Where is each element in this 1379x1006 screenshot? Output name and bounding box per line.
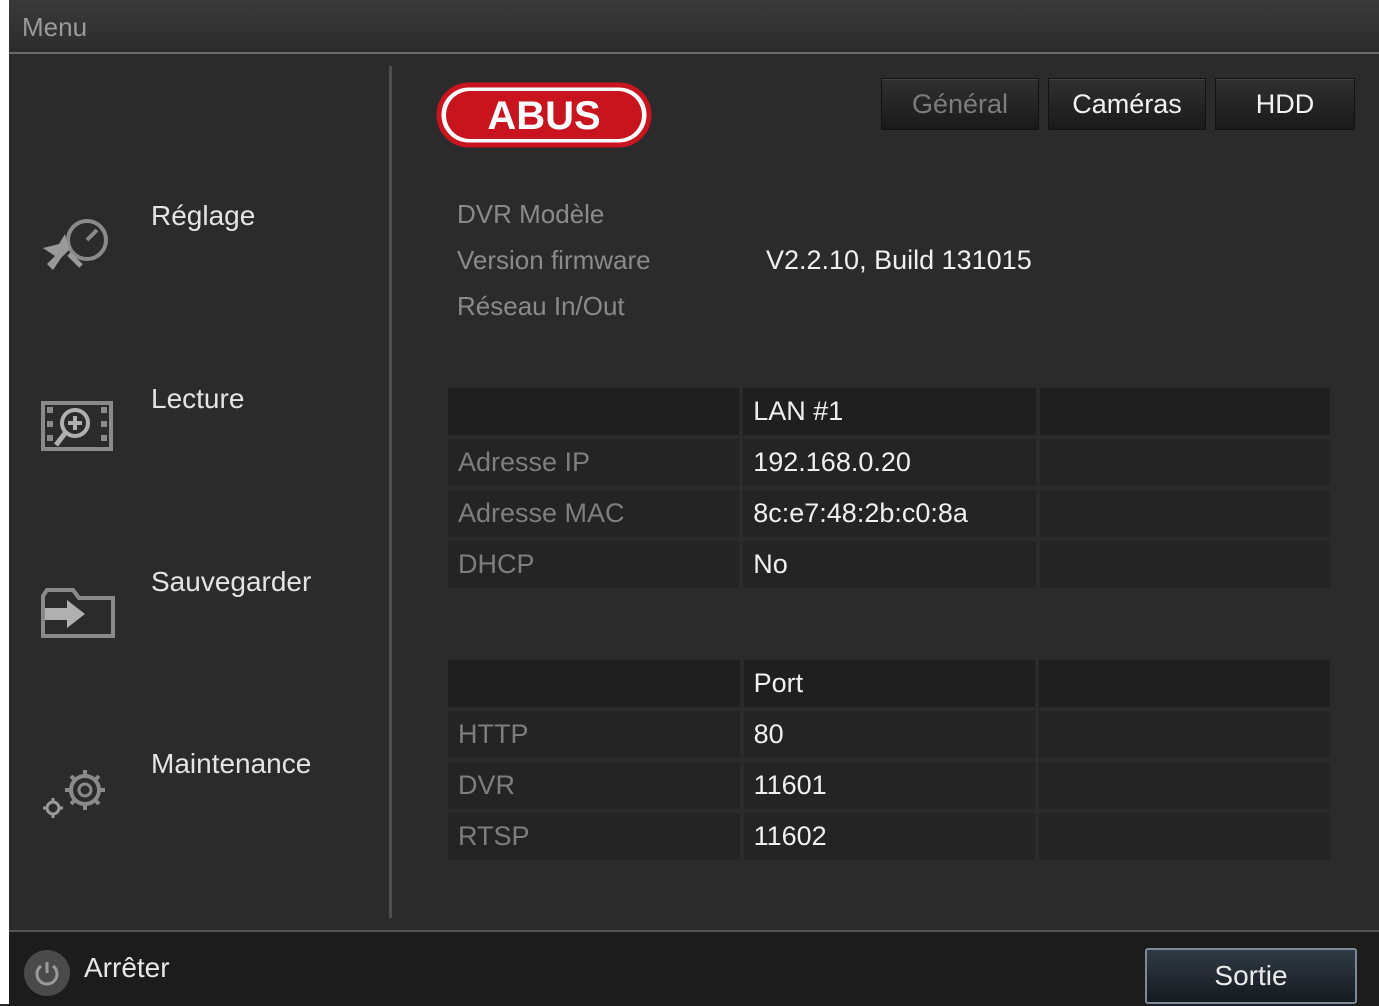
- sidebar: Réglage Lecture Sauvegarder Maintenance: [9, 54, 389, 930]
- table-cell: [1039, 660, 1330, 707]
- sidebar-item-lecture[interactable]: Lecture: [9, 383, 389, 473]
- network-label: Réseau In/Out: [457, 291, 625, 321]
- row-key: DHCP: [448, 541, 740, 588]
- svg-text:ABUS: ABUS: [487, 94, 600, 138]
- table-cell: [1039, 711, 1330, 758]
- table-cell: [1040, 388, 1330, 435]
- tab-cameras[interactable]: Caméras: [1048, 78, 1206, 130]
- dvr-menu-window: Menu Réglage Lecture Sauvegarder Mainten…: [0, 0, 1379, 1006]
- settings-tools-icon: [43, 219, 108, 270]
- sidebar-item-reglage[interactable]: Réglage: [9, 200, 389, 290]
- row-key: Adresse IP: [448, 439, 740, 486]
- playback-film-icon: [41, 401, 113, 451]
- sidebar-item-maintenance[interactable]: Maintenance: [9, 748, 389, 838]
- sidebar-item-label: Sauvegarder: [151, 566, 312, 597]
- row-value: No: [743, 541, 1037, 588]
- table-row: RTSP 11602: [448, 813, 1330, 860]
- row-value: 11602: [743, 813, 1036, 860]
- system-info-panel: ABUS Général Caméras HDD DVR Modèle Vers…: [392, 54, 1379, 930]
- row-key: HTTP: [448, 711, 740, 758]
- lan-header: LAN #1: [743, 388, 1037, 435]
- table-row: Adresse MAC 8c:e7:48:2b:c0:8a: [448, 490, 1330, 537]
- port-table: Port HTTP 80 DVR 11601 RTSP 11602: [444, 656, 1334, 864]
- maintenance-gears-icon: [43, 770, 105, 818]
- footer-bar: Arrêter Sortie: [9, 930, 1379, 1006]
- table-row: LAN #1: [448, 388, 1330, 435]
- lan-table: LAN #1 Adresse IP 192.168.0.20 Adresse M…: [444, 384, 1334, 592]
- firmware-value: V2.2.10, Build 131015: [766, 245, 1032, 275]
- firmware-label: Version firmware: [457, 245, 651, 275]
- row-key: RTSP: [448, 813, 740, 860]
- sidebar-item-label: Réglage: [151, 200, 256, 231]
- tab-hdd[interactable]: HDD: [1215, 78, 1355, 130]
- row-key: DVR: [448, 762, 740, 809]
- table-cell: [448, 388, 740, 435]
- table-cell: [1039, 762, 1330, 809]
- port-header: Port: [743, 660, 1036, 707]
- title-bar: Menu: [9, 0, 1379, 54]
- table-cell: [1040, 439, 1330, 486]
- sidebar-item-label: Maintenance: [151, 748, 312, 779]
- table-row: Adresse IP 192.168.0.20: [448, 439, 1330, 486]
- backup-export-icon: [41, 588, 115, 638]
- sidebar-item-label: Lecture: [151, 383, 245, 414]
- left-edge: [0, 0, 9, 1004]
- power-icon: [35, 962, 59, 986]
- row-key: Adresse MAC: [448, 490, 740, 537]
- table-cell: [1039, 813, 1330, 860]
- sidebar-item-sauvegarder[interactable]: Sauvegarder: [9, 566, 389, 656]
- table-row: Port: [448, 660, 1330, 707]
- exit-button[interactable]: Sortie: [1145, 948, 1357, 1004]
- row-value: 8c:e7:48:2b:c0:8a: [743, 490, 1037, 537]
- shutdown-label[interactable]: Arrêter: [84, 952, 170, 984]
- menu-title: Menu: [22, 12, 88, 42]
- table-row: DVR 11601: [448, 762, 1330, 809]
- row-value: 11601: [743, 762, 1036, 809]
- row-value: 80: [743, 711, 1036, 758]
- table-cell: [1040, 541, 1330, 588]
- table-cell: [448, 660, 740, 707]
- row-value: 192.168.0.20: [743, 439, 1037, 486]
- table-row: HTTP 80: [448, 711, 1330, 758]
- tab-general[interactable]: Général: [881, 78, 1039, 130]
- table-cell: [1040, 490, 1330, 537]
- table-row: DHCP No: [448, 541, 1330, 588]
- power-button[interactable]: [24, 950, 70, 996]
- model-label: DVR Modèle: [457, 199, 605, 229]
- abus-logo: ABUS: [436, 82, 652, 148]
